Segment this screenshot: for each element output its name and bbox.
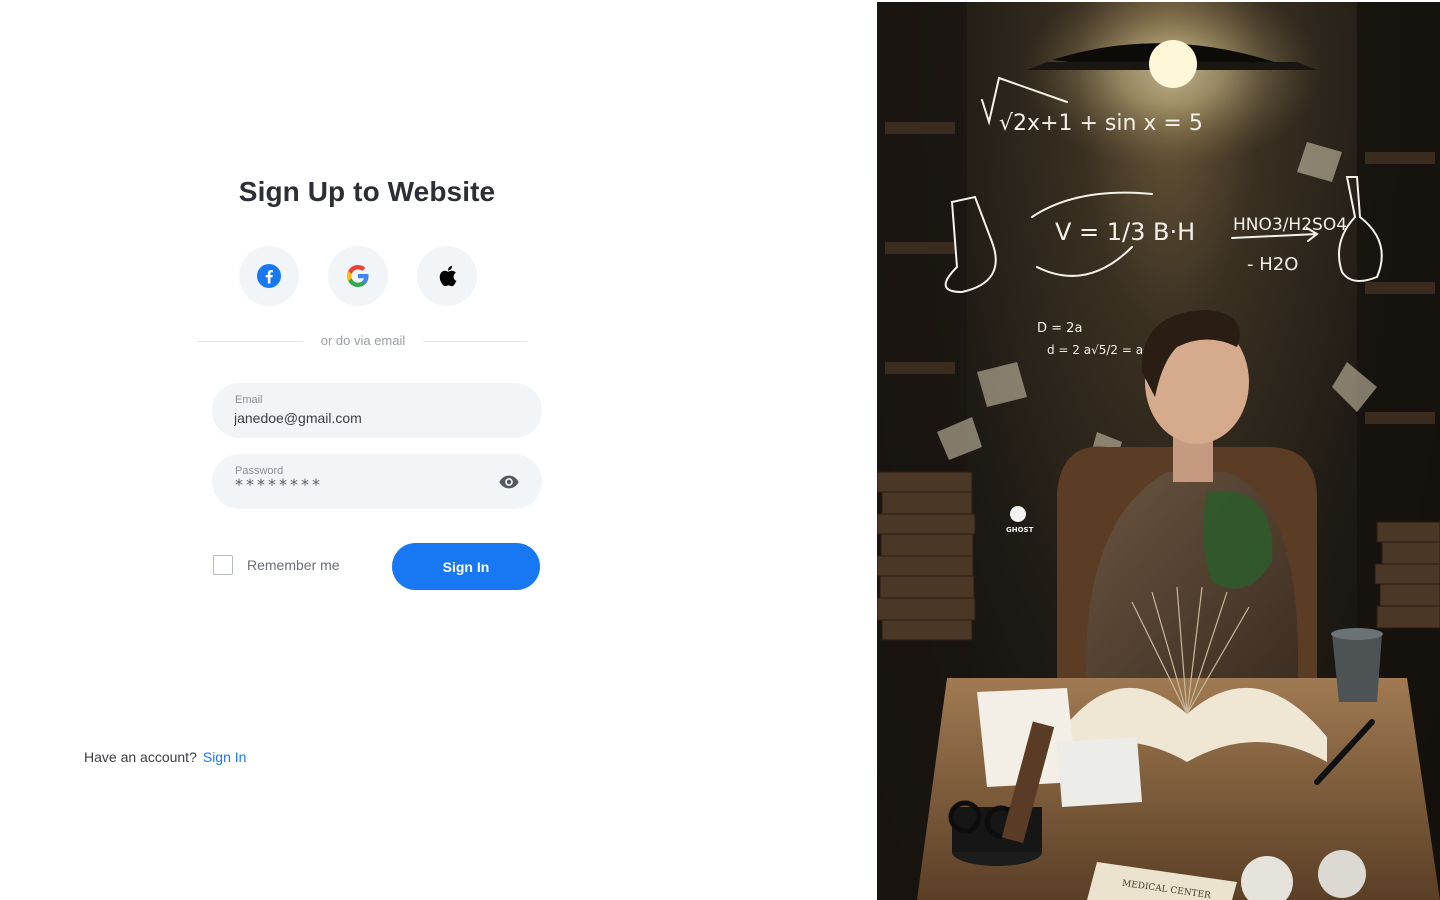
email-field[interactable]: Email [212,383,542,438]
divider-text: or do via email [320,333,406,348]
sign-in-link[interactable]: Sign In [203,749,247,765]
password-field[interactable]: Password ******** [212,454,542,509]
equation-5: D = 2a [1037,321,1082,336]
remember-me[interactable]: Remember me [213,555,340,575]
equation-4: - H2O [1247,254,1298,275]
remember-checkbox[interactable] [213,555,233,575]
svg-text:GHOST: GHOST [1006,526,1034,534]
divider-line-left [197,341,303,342]
equation-3: HNO3/H2SO4 [1233,215,1347,235]
page-title: Sign Up to Website [238,176,496,207]
divider-line-right [423,341,527,342]
eye-icon[interactable] [498,473,520,491]
sign-in-button[interactable]: Sign In [392,543,540,590]
equation-1: √2x+1 + sin x = 5 [999,111,1203,136]
equation-6: d = 2 a√5/2 = a√5 [1047,343,1158,357]
hero-illustration: √2x+1 + sin x = 5 V = 1/3 B·H HNO3/H2SO4… [877,2,1440,900]
google-signup-button[interactable] [328,246,388,306]
footer-prompt: Have an account? [84,749,197,765]
email-label: Email [235,394,263,406]
apple-icon [439,265,457,287]
email-input[interactable] [234,408,484,428]
apple-signup-button[interactable] [417,246,477,306]
facebook-icon [257,264,281,288]
google-icon [347,265,369,287]
illustration-scene: √2x+1 + sin x = 5 V = 1/3 B·H HNO3/H2SO4… [877,2,1440,900]
remember-label: Remember me [247,557,340,573]
facebook-signup-button[interactable] [239,246,299,306]
footer: Have an account? Sign In [84,749,246,765]
ghost-badge: GHOST [1006,506,1034,534]
signup-panel: Sign Up to Website or do via email Email… [0,0,877,900]
equation-2: V = 1/3 B·H [1055,218,1195,246]
password-input[interactable]: ******** [235,475,323,494]
